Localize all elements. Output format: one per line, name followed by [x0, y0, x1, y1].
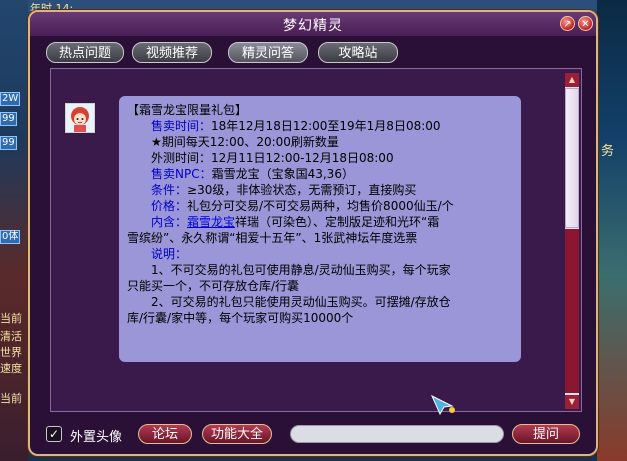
game-side-label: 清活 [0, 330, 22, 343]
features-button[interactable]: 功能大全 [202, 424, 272, 444]
tab-guide-site[interactable]: 攻略站 [318, 42, 398, 63]
sale-time-row: 售卖时间：18年12月18日12:00至19年1月8日08:00 [151, 118, 441, 134]
game-right-panel: 务 [597, 0, 627, 461]
answer-heading: 【霜雪龙宝限量礼包】 [127, 103, 248, 117]
contents-row-cont: 雪缤纷”、永久称谓“相爱十五年”、1张武神坛年度选票 [127, 231, 418, 245]
answer-panel: 【霜雪龙宝限量礼包】 售卖时间：18年12月18日12:00至19年1月8日08… [50, 68, 582, 412]
contents-row: 内含：霜雪龙宝祥瑞（可染色）、定制版足迹和光环“霜 [151, 214, 439, 230]
mouse-cursor-icon [430, 394, 455, 416]
test-time-row: 外测时间：12月11日12:00-12月18日08:00 [151, 151, 394, 165]
npc-row: 售卖NPC：霜雪龙宝（宝象国43,36） [151, 166, 354, 182]
condition-value: ≥30级，非体验状态，无需预订，直接购买 [187, 183, 417, 197]
price-value: 礼包分可交易/不可交易两种，均售价8000仙玉/个 [187, 199, 454, 213]
question-input[interactable] [290, 425, 504, 443]
condition-label: 条件： [151, 183, 188, 197]
scroll-track[interactable] [565, 229, 579, 393]
popout-button[interactable]: ↗ [560, 16, 575, 31]
ask-button[interactable]: 提问 [512, 424, 580, 444]
game-side-label: 世界 [0, 346, 22, 359]
condition-row: 条件：≥30级，非体验状态，无需预订，直接购买 [151, 182, 416, 198]
sprite-girl-icon [66, 104, 94, 132]
contents-label: 内含： [151, 215, 188, 229]
game-side-label: 务 [601, 144, 615, 159]
game-chip: 99 [0, 136, 17, 150]
game-chip: 99 [0, 112, 17, 126]
scroll-thumb[interactable] [565, 88, 579, 228]
note-1-line-1: 1、不可交易的礼包可使用静息/灵动仙玉购买，每个玩家 [151, 263, 451, 277]
game-left-panel: 2W 99 99 0体 当前 清活 世界 速度 当前 [0, 0, 28, 461]
tab-hot-questions[interactable]: 热点问题 [46, 42, 124, 63]
game-side-label: 当前 [0, 312, 22, 325]
scroll-up-icon[interactable]: ▲ [565, 73, 579, 87]
forum-button[interactable]: 论坛 [138, 424, 192, 444]
game-side-label: 速度 [0, 362, 22, 375]
sale-time-value: 18年12月18日12:00至19年1月8日08:00 [211, 119, 441, 133]
game-chip: 0体 [0, 230, 21, 244]
note-1-line-2: 只能买一个，不可存放仓库/行囊 [127, 279, 300, 293]
sprite-avatar [65, 103, 95, 133]
footer-bar: ✓ 外置头像 论坛 功能大全 提问 [42, 422, 587, 448]
tab-video-recommend[interactable]: 视频推荐 [132, 42, 212, 63]
note-2-line-2: 库/行囊/家中等，每个玩家可购买10000个 [127, 311, 354, 325]
npc-label: 售卖NPC： [151, 167, 212, 181]
title-bar[interactable]: 梦幻精灵 ↗ ✕ [30, 12, 596, 36]
note-2-line-1: 2、可交易的礼包只能使用灵动仙玉购买。可摆摊/存放仓 [151, 295, 451, 309]
close-button[interactable]: ✕ [578, 16, 593, 31]
notes-label-text: 说明： [151, 247, 188, 261]
external-avatar-checkbox[interactable]: ✓ [46, 426, 62, 442]
answer-bubble: 【霜雪龙宝限量礼包】 售卖时间：18年12月18日12:00至19年1月8日08… [119, 96, 521, 362]
notes-label: 说明： [151, 246, 187, 262]
dragon-pet-link[interactable]: 霜雪龙宝 [187, 215, 235, 229]
contents-value: 祥瑞（可染色）、定制版足迹和光环“霜 [235, 215, 440, 229]
sprite-helper-window: 梦幻精灵 ↗ ✕ 热点问题 视频推荐 精灵问答 攻略站 【霜雪龙宝限量礼包】 售… [28, 10, 598, 456]
scroll-down-icon[interactable]: ▼ [565, 395, 579, 409]
refresh-note: ★期间每天12:00、20:00刷新数量 [151, 135, 339, 149]
game-chip: 2W [0, 92, 21, 106]
game-side-label: 当前 [0, 392, 22, 405]
npc-value: 霜雪龙宝（宝象国43,36） [211, 167, 354, 181]
tab-sprite-qa[interactable]: 精灵问答 [228, 42, 308, 63]
price-label: 价格： [151, 199, 188, 213]
answer-scrollbar[interactable]: ▲ ▼ [565, 73, 579, 409]
window-title: 梦幻精灵 [283, 18, 343, 34]
external-avatar-label: 外置头像 [70, 430, 123, 445]
price-row: 价格：礼包分可交易/不可交易两种，均售价8000仙玉/个 [151, 198, 454, 214]
sale-time-label: 售卖时间： [151, 119, 212, 133]
